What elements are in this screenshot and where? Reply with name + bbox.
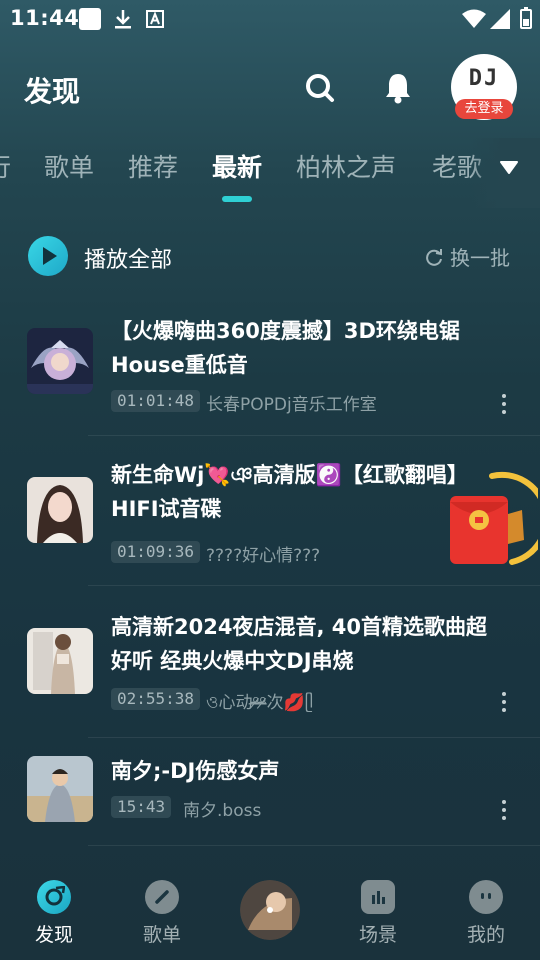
download-icon — [115, 10, 131, 29]
play-all-row: 播放全部 换一批 — [0, 232, 540, 284]
red-envelope-button[interactable] — [442, 470, 540, 570]
status-bar: 11:44 — [0, 0, 540, 38]
divider — [88, 585, 540, 586]
wifi-icon — [462, 9, 486, 28]
font-a-icon — [146, 10, 164, 28]
page-title: 发现 — [24, 75, 81, 108]
battery-icon — [520, 7, 532, 29]
bell-icon — [386, 74, 410, 104]
song-cover — [27, 477, 93, 543]
nav-label: 歌单 — [142, 924, 181, 946]
nav-scene[interactable]: 场景 — [338, 880, 418, 947]
avatar-logo-text: DJ — [468, 66, 500, 91]
profile-icon — [469, 880, 503, 914]
divider — [88, 845, 540, 846]
nav-label: 发现 — [34, 924, 73, 946]
tab-playlist[interactable]: 歌单 — [44, 148, 94, 184]
song-duration: 15:43 — [111, 796, 172, 818]
nav-mine[interactable]: 我的 — [446, 880, 526, 947]
search-icon — [306, 74, 334, 102]
nav-label: 我的 — [466, 924, 505, 946]
song-item[interactable]: 高清新2024夜店混音, 40首精选歌曲超好听 经典火爆中文DJ串烧 02:55… — [0, 608, 540, 736]
refresh-label: 换一批 — [450, 246, 510, 270]
song-duration: 01:09:36 — [111, 541, 201, 563]
scene-icon — [361, 880, 395, 914]
song-uploader: 南夕.boss — [183, 801, 262, 821]
song-cover — [27, 756, 93, 822]
tab-recommend[interactable]: 推荐 — [128, 148, 178, 184]
tab-berlin-voice[interactable]: 柏林之声 — [296, 148, 396, 184]
song-title: 高清新2024夜店混音, 40首精选歌曲超好听 经典火爆中文DJ串烧 — [111, 615, 487, 673]
status-time: 11:44 — [10, 6, 80, 30]
playlist-icon — [145, 880, 179, 914]
song-uploader: ????好心情??? — [206, 546, 321, 566]
divider — [88, 435, 540, 436]
song-uploader: 长春POPDj音乐工作室 — [206, 395, 377, 415]
refresh-icon — [426, 248, 442, 266]
avatar[interactable]: DJ 去登录 — [451, 54, 517, 120]
bottom-navigation: 发现 歌单 场景 我的 — [0, 860, 540, 960]
nav-discover[interactable]: 发现 — [14, 880, 94, 947]
song-cover — [27, 628, 93, 694]
play-all-label[interactable]: 播放全部 — [84, 242, 172, 274]
song-duration: 02:55:38 — [111, 688, 201, 710]
song-title: 新生命Wj💘ঞ高清版☯️【红歌翻唱】HIFI试音碟 — [111, 463, 468, 521]
play-all-icon[interactable] — [28, 236, 68, 276]
discover-icon — [37, 880, 71, 914]
song-duration: 01:01:48 — [111, 390, 201, 412]
song-title: 南夕;-DJ伤感女声 — [111, 759, 280, 783]
search-button[interactable] — [300, 68, 340, 108]
more-options-icon[interactable] — [496, 392, 512, 416]
login-badge[interactable]: 去登录 — [455, 99, 513, 119]
category-tabs: 行 歌单 推荐 最新 柏林之声 老歌 — [0, 138, 540, 208]
more-options-icon[interactable] — [496, 798, 512, 822]
tab-partial[interactable]: 行 — [0, 148, 11, 184]
red-envelope-icon — [450, 471, 540, 565]
song-cover — [27, 328, 93, 394]
dropdown-triangle-icon[interactable] — [500, 160, 518, 174]
nav-playlist[interactable]: 歌单 — [122, 880, 202, 947]
active-tab-indicator — [222, 196, 252, 202]
now-playing-disc[interactable] — [240, 880, 300, 940]
more-options-icon[interactable] — [496, 690, 512, 714]
notification-button[interactable] — [378, 68, 418, 108]
header: 发现 DJ 去登录 — [0, 50, 540, 130]
album-disc-icon — [240, 880, 300, 940]
white-square-icon — [79, 8, 101, 30]
song-item[interactable]: 【火爆嗨曲360度震撼】3D环绕电锯House重低音 01:01:48 长春PO… — [0, 310, 540, 434]
song-title: 【火爆嗨曲360度震撼】3D环绕电锯House重低音 — [111, 319, 460, 377]
refresh-button[interactable]: 换一批 — [424, 242, 510, 271]
signal-icon — [490, 9, 510, 29]
song-uploader: ও心动ᵒ̴̶̷ᵒ̴̶̷次💋ᥫ — [206, 693, 314, 713]
nav-label: 场景 — [358, 924, 397, 946]
tab-latest[interactable]: 最新 — [212, 148, 262, 184]
divider — [88, 737, 540, 738]
song-item[interactable]: 南夕;-DJ伤感女声 15:43 南夕.boss — [0, 756, 540, 846]
